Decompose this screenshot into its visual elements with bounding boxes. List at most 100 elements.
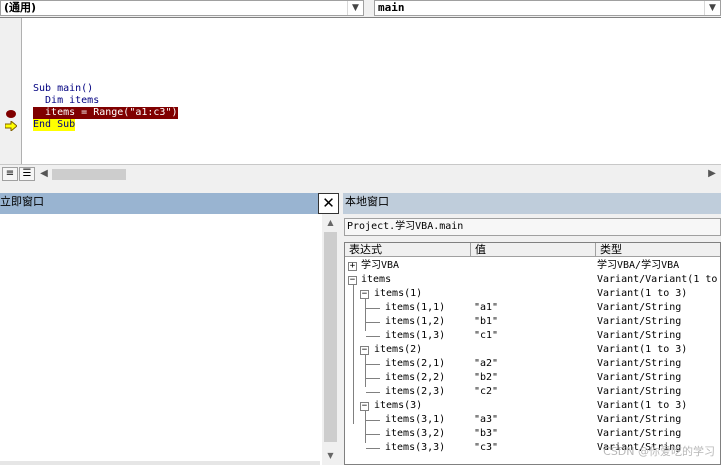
breakpoint-dot-icon[interactable] [6, 110, 16, 118]
scroll-up-arrow-icon[interactable]: ▲ [322, 216, 339, 230]
locals-row[interactable]: items(2,2) "b2" Variant/String [345, 371, 720, 385]
expression-label: items(1,1) [385, 302, 446, 313]
minus-box-icon[interactable]: − [360, 402, 369, 411]
locals-cell-value: "b3" [474, 428, 499, 439]
locals-row[interactable]: items(1,2) "b1" Variant/String [345, 315, 720, 329]
locals-cell-expression: items(1,2) [345, 315, 471, 329]
margin-indicator-bar[interactable] [0, 18, 22, 164]
locals-cell-expression: items(2,1) [345, 357, 471, 371]
locals-cell-value [474, 287, 594, 301]
locals-row[interactable]: items(1,1) "a1" Variant/String [345, 301, 720, 315]
locals-cell-value [474, 259, 594, 273]
locals-row[interactable]: − items(3) Variant(1 to 3) [345, 399, 720, 413]
locals-row[interactable]: items(3,1) "a3" Variant/String [345, 413, 720, 427]
locals-cell-value: "c2" [474, 386, 499, 397]
code-window-toolbar: (通用) ▼ main ▼ [0, 0, 721, 17]
locals-cell-type: Variant(1 to 3) [597, 344, 688, 355]
scroll-left-arrow-icon[interactable]: ◀ [38, 168, 50, 180]
immediate-vertical-scrollbar[interactable]: ▲ ▼ [322, 214, 339, 465]
column-header-type[interactable]: 类型 [596, 243, 720, 257]
immediate-horizontal-scrollbar[interactable] [0, 461, 320, 465]
locals-row[interactable]: − items(1) Variant(1 to 3) [345, 287, 720, 301]
locals-cell-value: "a2" [474, 358, 499, 369]
expression-label: items(1) [374, 288, 423, 299]
expression-label: items(3,3) [385, 442, 446, 453]
procedure-combo-value: main [378, 1, 405, 14]
code-line-breakpoint[interactable]: items = Range("a1:c3") [33, 107, 178, 119]
tree-line [366, 392, 380, 393]
locals-cell-type: Variant/String [597, 414, 682, 425]
locals-row[interactable]: − items Variant/Variant(1 to [345, 273, 720, 287]
locals-cell-type: Variant/String [597, 330, 682, 341]
full-module-view-button[interactable]: ☰ [19, 167, 35, 181]
locals-cell-expression: − items [345, 273, 471, 287]
locals-cell-expression: items(2,2) [345, 371, 471, 385]
locals-cell-expression: items(3,3) [345, 441, 471, 455]
locals-cell-type: Variant/String [597, 386, 682, 397]
execution-arrow-icon[interactable] [5, 121, 17, 131]
locals-row[interactable]: − items(2) Variant(1 to 3) [345, 343, 720, 357]
locals-cell-type: Variant(1 to 3) [597, 288, 688, 299]
locals-cell-value: "a3" [474, 414, 499, 425]
tree-line [366, 420, 380, 421]
immediate-input-area[interactable] [0, 214, 320, 465]
chevron-down-icon[interactable]: ▼ [704, 1, 720, 15]
immediate-window: 立即窗口 ✕ ▲ ▼ [0, 193, 339, 465]
code-line-current[interactable]: End Sub [33, 119, 76, 131]
locals-cell-value: "c1" [474, 330, 499, 341]
expression-label: items(2) [374, 344, 423, 355]
scrollbar-thumb[interactable] [324, 232, 337, 442]
plus-box-icon[interactable]: + [348, 262, 357, 271]
locals-window: 本地窗口 Project.学习VBA.main 表达式 值 类型 + 学习VBA 学… [343, 193, 721, 465]
locals-row[interactable]: items(2,1) "a2" Variant/String [345, 357, 720, 371]
locals-row[interactable]: items(2,3) "c2" Variant/String [345, 385, 720, 399]
column-header-value[interactable]: 值 [471, 243, 596, 257]
chevron-down-icon[interactable]: ▼ [347, 1, 363, 15]
locals-cell-value: "c3" [474, 442, 499, 453]
locals-cell-expression: + 学习VBA [345, 259, 471, 273]
locals-grid[interactable]: 表达式 值 类型 + 学习VBA 学习VBA/学习VBA − items Variant/… [344, 242, 721, 465]
object-combo[interactable]: (通用) ▼ [0, 0, 364, 16]
locals-cell-expression: items(2,3) [345, 385, 471, 399]
code-line[interactable]: Dim items [33, 95, 99, 107]
code-line[interactable]: Sub main() [33, 83, 93, 95]
tree-line [366, 434, 380, 435]
expression-label: items(3,1) [385, 414, 446, 425]
expression-label: items(1,2) [385, 316, 446, 327]
locals-row[interactable]: + 学习VBA 学习VBA/学习VBA [345, 259, 720, 273]
locals-cell-expression: items(1,3) [345, 329, 471, 343]
tree-line [366, 308, 380, 309]
procedure-view-button[interactable]: ≡ [2, 167, 18, 181]
locals-cell-value [474, 343, 594, 357]
locals-cell-value [474, 273, 594, 287]
locals-cell-type: Variant/String [597, 316, 682, 327]
code-editor[interactable]: Sub main() Dim items items = Range("a1:c… [23, 18, 721, 164]
column-header-expression[interactable]: 表达式 [345, 243, 471, 257]
locals-cell-value: "b1" [474, 316, 499, 327]
scroll-right-arrow-icon[interactable]: ▶ [706, 168, 718, 180]
horizontal-scrollbar-thumb[interactable] [52, 169, 126, 180]
locals-cell-type: Variant/String [597, 358, 682, 369]
expression-label: items(3) [374, 400, 423, 411]
locals-cell-type: Variant/String [597, 428, 682, 439]
locals-cell-type: Variant(1 to 3) [597, 400, 688, 411]
locals-window-titlebar[interactable]: 本地窗口 [343, 193, 721, 214]
tree-line [366, 378, 380, 379]
scroll-down-arrow-icon[interactable]: ▼ [322, 449, 339, 463]
close-icon[interactable]: ✕ [318, 193, 339, 214]
expression-label: items(2,3) [385, 386, 446, 397]
locals-row[interactable]: items(3,2) "b3" Variant/String [345, 427, 720, 441]
minus-box-icon[interactable]: − [360, 290, 369, 299]
immediate-window-titlebar[interactable]: 立即窗口 ✕ [0, 193, 339, 214]
minus-box-icon[interactable]: − [348, 276, 357, 285]
minus-box-icon[interactable]: − [360, 346, 369, 355]
tree-line [366, 322, 380, 323]
expression-label: items(1,3) [385, 330, 446, 341]
locals-cell-expression: − items(3) [345, 399, 471, 413]
procedure-combo[interactable]: main ▼ [374, 0, 721, 16]
locals-cell-value [474, 399, 594, 413]
locals-row[interactable]: items(1,3) "c1" Variant/String [345, 329, 720, 343]
tree-line [366, 448, 380, 449]
locals-cell-value: "a1" [474, 302, 499, 313]
locals-window-title: 本地窗口 [345, 195, 389, 208]
